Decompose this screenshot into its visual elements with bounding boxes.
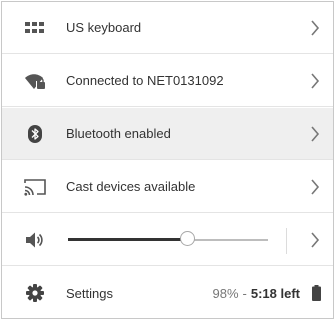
cast-label: Cast devices available [66,179,196,194]
battery-status: 98% - 5:18 left [212,285,321,301]
volume-icon[interactable] [23,228,47,252]
chevron-right-icon [308,176,322,198]
vertical-divider [286,228,287,254]
network-label: Connected to NET0131092 [66,73,224,88]
settings-row: Settings 98% - 5:18 left [2,267,333,319]
chevron-right-icon[interactable] [308,229,322,251]
wifi-lock-icon [23,69,47,93]
volume-slider-thumb[interactable] [180,231,195,246]
battery-separator: - [242,285,247,301]
chevron-right-icon [308,70,322,92]
chevron-right-icon [308,123,322,145]
battery-time-left: 5:18 left [250,285,300,301]
system-tray-menu: US keyboard Connected to NET0131092 Blue… [1,1,334,319]
cast-icon [23,175,47,199]
gear-icon[interactable] [23,281,47,305]
keyboard-label: US keyboard [66,20,142,35]
cast-row[interactable]: Cast devices available [2,161,333,213]
volume-row [2,214,333,266]
keyboard-icon [23,16,47,40]
bluetooth-label: Bluetooth enabled [66,126,171,141]
bluetooth-icon [23,122,47,146]
chevron-right-icon [308,17,322,39]
battery-icon [312,285,321,301]
volume-slider-fill [68,238,188,241]
network-row[interactable]: Connected to NET0131092 [2,55,333,107]
keyboard-row[interactable]: US keyboard [2,2,333,54]
settings-label[interactable]: Settings [66,286,113,301]
battery-percent: 98% [212,285,239,301]
bluetooth-row[interactable]: Bluetooth enabled [2,108,333,160]
volume-slider[interactable] [68,214,268,266]
